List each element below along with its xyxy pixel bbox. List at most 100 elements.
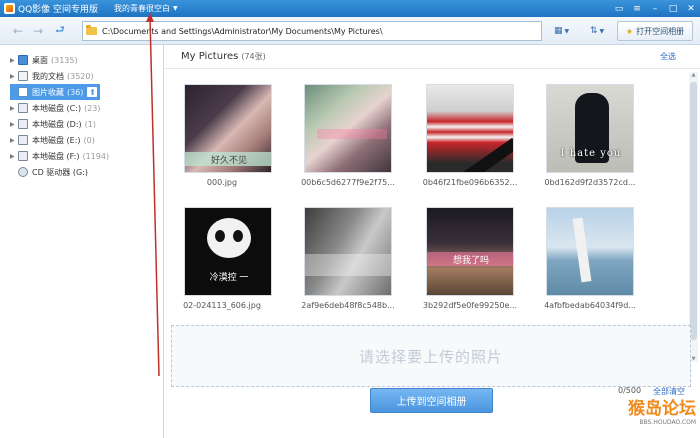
photo-overlay-text: 想我了吗: [427, 252, 513, 266]
expand-arrow-icon[interactable]: ▶: [10, 137, 18, 144]
feedback-icon[interactable]: ▭: [610, 0, 628, 17]
photo-thumbnail[interactable]: 冷漠控 一: [184, 207, 272, 296]
view-mode-button[interactable]: ▦ ▼: [554, 23, 569, 39]
photo-caption: 0b46f21fbe096b6352...: [422, 178, 518, 187]
toolbar: ← → ⮐ C:\Documents and Settings\Administ…: [0, 17, 700, 45]
document-icon: [18, 71, 28, 81]
photo-caption: 4afbfbedab64034f9d...: [544, 301, 636, 310]
open-album-button[interactable]: ★ 打开空间相册: [617, 21, 693, 41]
star-icon: ★: [625, 26, 634, 36]
photo-overlay-text: 冷漠控 一: [209, 273, 249, 283]
photo-thumbnail[interactable]: I hate you: [546, 84, 634, 173]
watermark: 猴岛论坛 BBS.HOUDAO.COM: [608, 394, 696, 434]
photo-overlay-text: I hate you: [560, 148, 622, 159]
select-all-link[interactable]: 全选: [660, 51, 676, 62]
tree-item-count: (3135): [51, 55, 78, 65]
tree-item-count: (36): [67, 87, 84, 97]
photo-thumbnail[interactable]: [304, 207, 392, 296]
photo-thumbnail[interactable]: 想我了吗: [426, 207, 514, 296]
tree-item-count: (1): [84, 119, 96, 129]
photo-caption: 3b292df5e0fe99250e...: [422, 301, 518, 310]
expand-arrow-icon[interactable]: ▶: [10, 121, 18, 128]
tree-item-label: 本地磁盘 (D:): [32, 119, 82, 129]
folder-tree: ▶ 桌面 (3135) ▶ 我的文档 (3520) 图片收藏 (36) ⬆ ▶ …: [0, 45, 164, 438]
watermark-url: BBS.HOUDAO.COM: [639, 419, 696, 426]
forward-arrow-icon[interactable]: →: [28, 21, 48, 41]
photo-thumbnail[interactable]: [304, 84, 392, 173]
title-bar: QQ影像 空间专用版 我的青春很空白 ▼ ▭ ≡ – □ ✕: [0, 0, 700, 17]
tree-item-drive-d[interactable]: ▶ 本地磁盘 (D:) (1): [10, 116, 96, 132]
menu-icon[interactable]: ≡: [628, 0, 646, 17]
photo-caption: 0bd162d9f2d3572cd...: [544, 178, 636, 187]
cd-drive-icon: [18, 167, 28, 177]
sort-button[interactable]: ⇅ ▼: [590, 23, 604, 39]
photo-caption: 02-024113_606.jpg: [183, 301, 261, 310]
tree-item-label: 本地磁盘 (C:): [32, 103, 82, 113]
upload-icon[interactable]: ⬆: [87, 87, 98, 97]
tree-item-label: CD 驱动器 (G:): [32, 167, 88, 177]
photo-thumbnail[interactable]: 好久不见: [184, 84, 272, 173]
chevron-down-icon: ▼: [564, 27, 570, 35]
folder-icon: [86, 25, 97, 35]
drive-icon: [18, 103, 28, 113]
tree-item-desktop[interactable]: ▶ 桌面 (3135): [10, 52, 78, 68]
upload-drop-zone[interactable]: 请选择要上传的照片: [171, 325, 691, 387]
drive-icon: [18, 151, 28, 161]
folder-title: My Pictures: [181, 51, 239, 62]
watermark-text: 猴岛论坛: [628, 399, 696, 419]
scroll-thumb[interactable]: [690, 82, 697, 340]
photo-caption: 00b6c5d6277f9e2f75...: [301, 178, 395, 187]
photo-thumbnail[interactable]: [426, 84, 514, 173]
tree-item-my-pictures[interactable]: 图片收藏 (36) ⬆: [10, 84, 101, 100]
qq-image-app-icon: [4, 3, 15, 14]
photo-caption: 000.jpg: [206, 178, 238, 187]
app-title: QQ影像 空间专用版: [18, 5, 99, 15]
photo-overlay-text: 好久不见: [185, 152, 271, 166]
tree-item-drive-f[interactable]: ▶ 本地磁盘 (F:) (1194): [10, 148, 109, 164]
tree-item-label: 我的文档: [32, 71, 64, 81]
tree-item-label: 图片收藏: [32, 87, 64, 97]
minimize-button[interactable]: –: [646, 0, 664, 17]
photo-count: (74张): [241, 52, 266, 61]
close-button[interactable]: ✕: [682, 0, 700, 17]
tree-item-count: (23): [84, 103, 101, 113]
expand-arrow-icon[interactable]: ▶: [10, 153, 18, 160]
drive-icon: [18, 119, 28, 129]
scroll-up-icon[interactable]: ▲: [689, 72, 698, 78]
expand-arrow-icon[interactable]: ▶: [10, 57, 18, 64]
album-selector-label: 我的青春很空白: [114, 4, 171, 13]
maximize-button[interactable]: □: [664, 0, 682, 17]
pictures-icon: [18, 87, 28, 97]
expand-arrow-icon[interactable]: ▶: [10, 105, 18, 112]
open-album-label: 打开空间相册: [636, 26, 685, 36]
back-arrow-icon[interactable]: ←: [8, 21, 28, 41]
tree-item-label: 本地磁盘 (F:): [32, 151, 80, 161]
up-folder-icon[interactable]: ⮐: [50, 21, 70, 41]
tree-item-count: (1194): [82, 151, 110, 161]
tree-item-my-documents[interactable]: ▶ 我的文档 (3520): [10, 68, 94, 84]
chevron-down-icon: ▼: [599, 27, 605, 35]
album-selector[interactable]: 我的青春很空白 ▼: [114, 3, 178, 14]
grid-icon: ▦: [554, 26, 563, 36]
tree-item-count: (0): [83, 135, 95, 145]
photo-caption: 2af9e6deb48f8c548b...: [301, 301, 395, 310]
chevron-down-icon: ▼: [173, 5, 178, 12]
tree-item-drive-e[interactable]: ▶ 本地磁盘 (E:) (0): [10, 132, 95, 148]
scrollbar[interactable]: ▲ ▼: [689, 72, 698, 362]
tree-item-label: 桌面: [32, 55, 48, 65]
photo-thumbnail[interactable]: [546, 207, 634, 296]
tree-item-drive-c[interactable]: ▶ 本地磁盘 (C:) (23): [10, 100, 101, 116]
expand-arrow-icon[interactable]: ▶: [10, 73, 18, 80]
address-path: C:\Documents and Settings\Administrator\…: [102, 26, 383, 36]
photo-browser: My Pictures (74张) 全选 ▲ ▼ 好久不见 000.jpg 00…: [165, 45, 700, 438]
tree-item-cd-drive[interactable]: CD 驱动器 (G:): [10, 164, 88, 180]
folder-header: My Pictures (74张) 全选: [165, 45, 700, 69]
tree-item-label: 本地磁盘 (E:): [32, 135, 81, 145]
tree-item-count: (3520): [67, 71, 94, 81]
desktop-icon: [18, 55, 28, 65]
upload-to-album-button[interactable]: 上传到空间相册: [370, 388, 493, 413]
drop-zone-text: 请选择要上传的照片: [358, 347, 503, 366]
address-bar[interactable]: C:\Documents and Settings\Administrator\…: [82, 21, 542, 41]
drive-icon: [18, 135, 28, 145]
sort-icon: ⇅: [590, 26, 598, 36]
